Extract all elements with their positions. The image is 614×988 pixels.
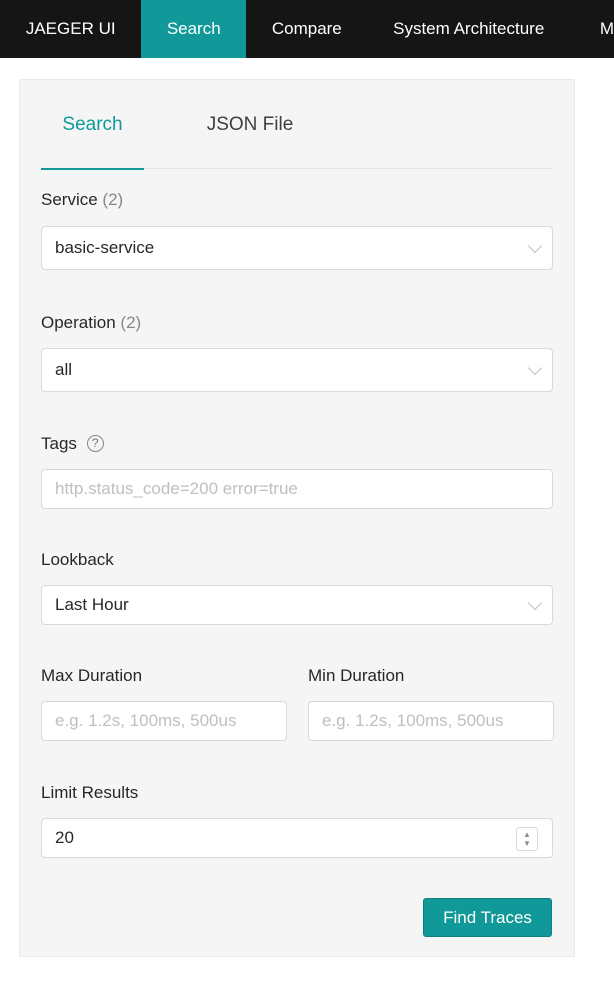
operation-label-text: Operation	[41, 313, 116, 332]
limit-results-input[interactable]: 20 ▲ ▼	[41, 818, 553, 858]
help-icon[interactable]: ?	[86, 434, 104, 452]
tags-placeholder: http.status_code=200 error=true	[55, 479, 298, 498]
max-duration-label: Max Duration	[41, 666, 143, 685]
tab-json-file[interactable]: JSON File	[187, 80, 313, 169]
nav-search[interactable]: Search	[141, 0, 247, 58]
operation-label: Operation (2)	[41, 313, 141, 333]
stepper-icon[interactable]: ▲ ▼	[516, 827, 538, 851]
service-select[interactable]: basic-service	[41, 226, 553, 270]
min-duration-input[interactable]: e.g. 1.2s, 100ms, 500us	[308, 701, 554, 741]
lookback-label: Lookback	[41, 550, 114, 569]
service-label: Service (2)	[41, 190, 123, 210]
chevron-down-icon	[527, 595, 543, 611]
limit-results-label: Limit Results	[41, 783, 139, 802]
brand-link[interactable]: JAEGER UI	[0, 0, 141, 58]
search-tabs: Search JSON File	[41, 80, 553, 170]
limit-results-value: 20	[55, 828, 74, 847]
stepper-up-icon[interactable]: ▲	[523, 830, 531, 839]
min-duration-label: Min Duration	[308, 666, 405, 685]
chevron-down-icon	[527, 360, 543, 376]
max-duration-placeholder: e.g. 1.2s, 100ms, 500us	[55, 711, 237, 730]
nav-system-architecture[interactable]: System Architecture	[368, 0, 570, 58]
tags-label-text: Tags	[41, 434, 77, 453]
search-panel: Search JSON File Service (2) basic-servi…	[19, 79, 575, 957]
tags-input[interactable]: http.status_code=200 error=true	[41, 469, 553, 509]
operation-value: all	[55, 360, 73, 379]
service-count: (2)	[102, 190, 124, 209]
max-duration-input[interactable]: e.g. 1.2s, 100ms, 500us	[41, 701, 287, 741]
service-label-text: Service	[41, 190, 98, 209]
lookback-value: Last Hour	[55, 595, 129, 614]
chevron-down-icon	[527, 238, 543, 254]
min-duration-placeholder: e.g. 1.2s, 100ms, 500us	[322, 711, 504, 730]
nav-more[interactable]: M	[570, 0, 614, 58]
tags-label: Tags ?	[41, 434, 104, 454]
lookback-select[interactable]: Last Hour	[41, 585, 553, 625]
nav-compare[interactable]: Compare	[246, 0, 368, 58]
top-nav: JAEGER UI Search Compare System Architec…	[0, 0, 614, 58]
operation-select[interactable]: all	[41, 348, 553, 392]
tab-search[interactable]: Search	[41, 80, 144, 170]
find-traces-button[interactable]: Find Traces	[423, 898, 552, 937]
operation-count: (2)	[120, 313, 142, 332]
stepper-down-icon[interactable]: ▼	[523, 839, 531, 848]
service-value: basic-service	[55, 238, 155, 257]
